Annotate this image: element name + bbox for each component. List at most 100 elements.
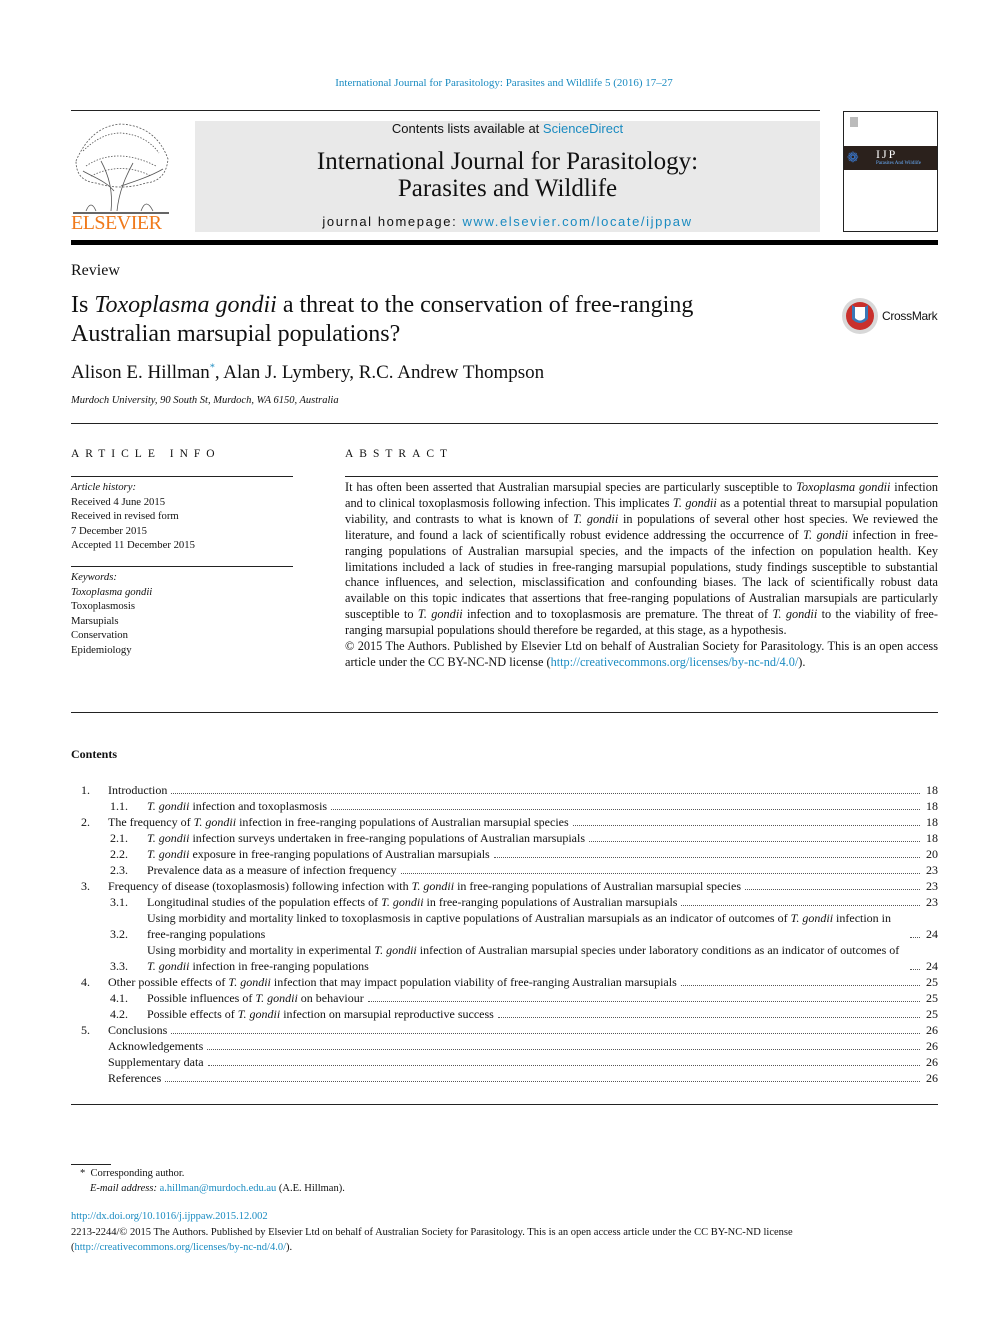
toc-entry[interactable]: 2. The frequency of T. gondii infection i… bbox=[81, 814, 938, 830]
toc-number: 4. bbox=[81, 975, 90, 989]
text-segment: Frequency of disease (toxoplasmosis) fol… bbox=[108, 879, 412, 893]
toc-title: Frequency of disease (toxoplasmosis) fol… bbox=[108, 878, 741, 894]
dot-leader bbox=[171, 793, 920, 794]
dot-leader bbox=[400, 873, 920, 874]
toc-page-number: 25 bbox=[926, 1007, 938, 1021]
abstract-body: It has often been asserted that Australi… bbox=[345, 480, 938, 671]
toc-number: 3.2. bbox=[110, 927, 128, 941]
footnote-mark: * bbox=[80, 1168, 86, 1179]
toc-title: Acknowledgements bbox=[108, 1038, 203, 1054]
author-name[interactable]: Alison E. Hillman bbox=[71, 362, 210, 383]
italic-term: T. gondii bbox=[374, 943, 417, 957]
toc-page-number: 26 bbox=[926, 1071, 938, 1085]
toc-title: Using morbidity and mortality in experim… bbox=[147, 942, 906, 974]
italic-term: T. gondii bbox=[193, 815, 237, 829]
toc-entry[interactable]: 4. Other possible effects of T. gondii in… bbox=[81, 974, 938, 990]
toc-entry[interactable]: 3. Frequency of disease (toxoplasmosis) f… bbox=[81, 878, 938, 894]
abstract-copyright: © 2015 The Authors. Published by Elsevie… bbox=[345, 639, 938, 671]
toc-entry[interactable]: 1.1. T. gondii infection and toxoplasmosi… bbox=[81, 798, 938, 814]
history-item: Received 4 June 2015 bbox=[71, 495, 166, 508]
text-segment: infection and to toxoplasmosis are prema… bbox=[462, 607, 773, 622]
toc-title: Introduction bbox=[108, 782, 167, 798]
text-segment: on behaviour bbox=[297, 991, 364, 1005]
cover-band: ❁ IJP Parasites And Wildlife bbox=[844, 146, 937, 170]
text-segment: Is bbox=[71, 292, 95, 318]
toc-title: Prevalence data as a measure of infectio… bbox=[147, 862, 397, 878]
other-authors: , Alan J. Lymbery, R.C. Andrew Thompson bbox=[214, 362, 545, 383]
toc-number: 3.3. bbox=[110, 959, 128, 973]
text-segment: ). bbox=[286, 1241, 293, 1253]
running-header[interactable]: International Journal for Parasitology: … bbox=[0, 77, 992, 89]
toc-entry[interactable]: 1. Introduction 18 bbox=[81, 782, 938, 798]
keywords: Keywords: Toxoplasma gondii Toxoplasmosi… bbox=[71, 570, 152, 657]
toc-entry[interactable]: 3.1. Longitudinal studies of the populati… bbox=[81, 894, 938, 910]
homepage-link[interactable]: www.elsevier.com/locate/ijppaw bbox=[463, 214, 693, 229]
toc-entry[interactable]: 5. Conclusions 26 bbox=[81, 1022, 938, 1038]
dot-leader bbox=[331, 809, 920, 810]
toc-entry[interactable]: 4.1. Possible influences of T. gondii on … bbox=[81, 990, 938, 1006]
text-segment: Using morbidity and mortality in experim… bbox=[147, 943, 375, 957]
text-segment: ). bbox=[798, 654, 806, 669]
dot-leader bbox=[367, 1001, 920, 1002]
toc-title: References bbox=[108, 1070, 161, 1086]
toc-title: The frequency of T. gondii infection in … bbox=[108, 814, 569, 830]
email-link[interactable]: a.hillman@murdoch.edu.au bbox=[160, 1183, 277, 1194]
history-label: Article history: bbox=[71, 481, 137, 493]
italic-term: T. gondii bbox=[147, 799, 190, 813]
text-segment: in free-ranging populations of Australia… bbox=[423, 895, 678, 909]
divider bbox=[71, 423, 938, 424]
keywords-label: Keywords: bbox=[71, 571, 117, 583]
crossmark-badge[interactable]: CrossMark bbox=[841, 297, 941, 335]
toc-number: 3.1. bbox=[110, 895, 128, 909]
italic-term: T. gondii bbox=[228, 975, 271, 989]
toc-page-number: 20 bbox=[926, 847, 938, 861]
toc-entry[interactable]: 2.1. T. gondii infection surveys undertak… bbox=[81, 830, 938, 846]
text-segment: infection of Australian marsupial specie… bbox=[416, 943, 900, 957]
journal-cover-thumbnail[interactable]: ❁ IJP Parasites And Wildlife bbox=[843, 111, 938, 232]
corresponding-author-note: Corresponding author. bbox=[90, 1168, 185, 1179]
header-rule bbox=[71, 110, 820, 111]
divider bbox=[71, 476, 293, 477]
article-title: Is Toxoplasma gondii a threat to the con… bbox=[71, 291, 791, 349]
homepage-prefix: journal homepage: bbox=[322, 214, 463, 229]
italic-term: T. gondii bbox=[147, 959, 190, 973]
italic-term: T. gondii bbox=[255, 991, 298, 1005]
contents-prefix: Contents lists available at bbox=[391, 121, 543, 136]
dot-leader bbox=[207, 1065, 920, 1066]
italic-term: T. gondii bbox=[772, 607, 818, 622]
crossmark-label: CrossMark bbox=[882, 309, 938, 323]
toc-entry[interactable]: Supplementary data 26 bbox=[81, 1054, 938, 1070]
toc-entry[interactable]: 2.3. Prevalence data as a measure of infe… bbox=[81, 862, 938, 878]
keyword: Toxoplasma gondii bbox=[71, 585, 153, 598]
text-segment: infection that may impact population via… bbox=[270, 975, 677, 989]
sciencedirect-link[interactable]: ScienceDirect bbox=[543, 121, 623, 136]
crossmark-icon bbox=[842, 298, 878, 334]
toc-entry[interactable]: 3.3. Using morbidity and mortality in exp… bbox=[81, 942, 938, 974]
toc-page-number: 18 bbox=[926, 783, 938, 797]
article-type: Review bbox=[71, 262, 120, 279]
text-segment: exposure in free-ranging populations of … bbox=[189, 847, 490, 861]
toc-page-number: 23 bbox=[926, 863, 938, 877]
journal-title-line2: Parasites and Wildlife bbox=[397, 175, 618, 202]
toc-number: 2. bbox=[81, 815, 90, 829]
cover-subtitle: Parasites And Wildlife bbox=[876, 161, 921, 166]
text-segment: Prevalence data as a measure of infectio… bbox=[147, 863, 397, 877]
toc-page-number: 25 bbox=[926, 975, 938, 989]
license-link[interactable]: http://creativecommons.org/licenses/by-n… bbox=[75, 1242, 287, 1253]
toc-entry[interactable]: 2.2. T. gondii exposure in free-ranging p… bbox=[81, 846, 938, 862]
toc-title: Possible effects of T. gondii infection … bbox=[147, 1006, 494, 1022]
toc-entry[interactable]: 3.2. Using morbidity and mortality linked… bbox=[81, 910, 938, 942]
toc-entry[interactable]: Acknowledgements 26 bbox=[81, 1038, 938, 1054]
license-link[interactable]: http://creativecommons.org/licenses/by-n… bbox=[551, 655, 799, 669]
text-segment: Acknowledgements bbox=[108, 1039, 204, 1053]
doi-link[interactable]: http://dx.doi.org/10.1016/j.ijppaw.2015.… bbox=[71, 1211, 268, 1222]
toc-entry[interactable]: References 26 bbox=[81, 1070, 938, 1086]
toc-page-number: 24 bbox=[926, 959, 938, 973]
toc-title: Other possible effects of T. gondii infe… bbox=[108, 974, 677, 990]
abstract-heading: ABSTRACT bbox=[345, 448, 454, 460]
text-segment: infection in free-ranging populations of… bbox=[236, 815, 569, 829]
toc-title: T. gondii infection and toxoplasmosis bbox=[147, 798, 327, 814]
toc-title: T. gondii infection surveys undertaken i… bbox=[147, 830, 585, 846]
toc-entry[interactable]: 4.2. Possible effects of T. gondii infect… bbox=[81, 1006, 938, 1022]
toc-number: 2.1. bbox=[110, 831, 128, 845]
